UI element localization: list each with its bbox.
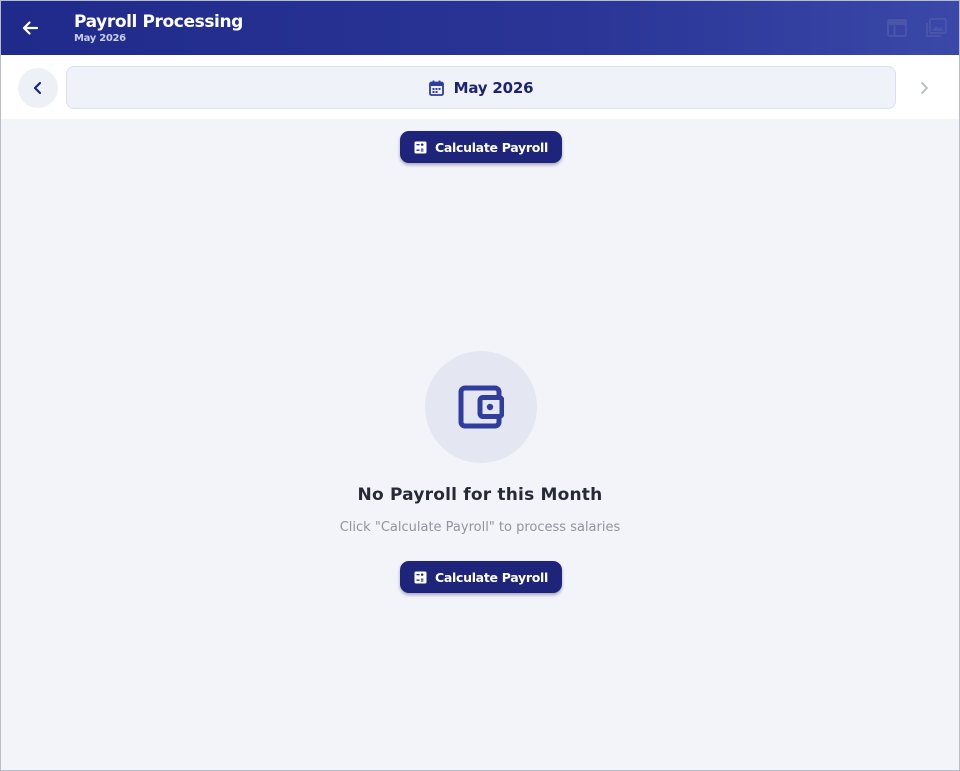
table-view-button[interactable] (885, 16, 909, 40)
app-bar: Payroll Processing May 2026 (1, 1, 959, 55)
empty-state-title: No Payroll for this Month (357, 485, 603, 505)
table-view-icon (887, 19, 907, 37)
empty-state-message: Click "Calculate Payroll" to process sal… (339, 520, 621, 535)
previous-month-button[interactable] (18, 68, 58, 108)
calculate-payroll-label: Calculate Payroll (435, 139, 548, 155)
calculator-icon (414, 571, 427, 583)
wallet-icon (458, 385, 504, 429)
calculator-icon (414, 141, 427, 153)
empty-state-calculate-button[interactable]: Calculate Payroll (400, 561, 562, 593)
page-subtitle: May 2026 (74, 33, 126, 44)
calculate-payroll-button[interactable]: Calculate Payroll (400, 131, 562, 163)
back-arrow-icon (22, 21, 39, 35)
empty-state-calculate-label: Calculate Payroll (435, 569, 548, 585)
app-window: Payroll Processing May 2026 May 2026 Cal… (0, 0, 960, 771)
next-month-button[interactable] (909, 77, 939, 99)
chevron-left-icon (33, 81, 42, 95)
calendar-icon (428, 80, 444, 96)
empty-state-illustration (425, 351, 537, 463)
month-label: May 2026 (453, 78, 534, 97)
month-navigation: May 2026 (1, 55, 959, 119)
chevron-right-icon (921, 82, 928, 94)
gallery-button[interactable] (924, 16, 948, 40)
month-selector[interactable]: May 2026 (66, 66, 896, 109)
back-button[interactable] (15, 14, 45, 42)
gallery-icon (926, 18, 947, 37)
title-block: Payroll Processing May 2026 (74, 12, 243, 45)
page-title: Payroll Processing (74, 12, 243, 32)
